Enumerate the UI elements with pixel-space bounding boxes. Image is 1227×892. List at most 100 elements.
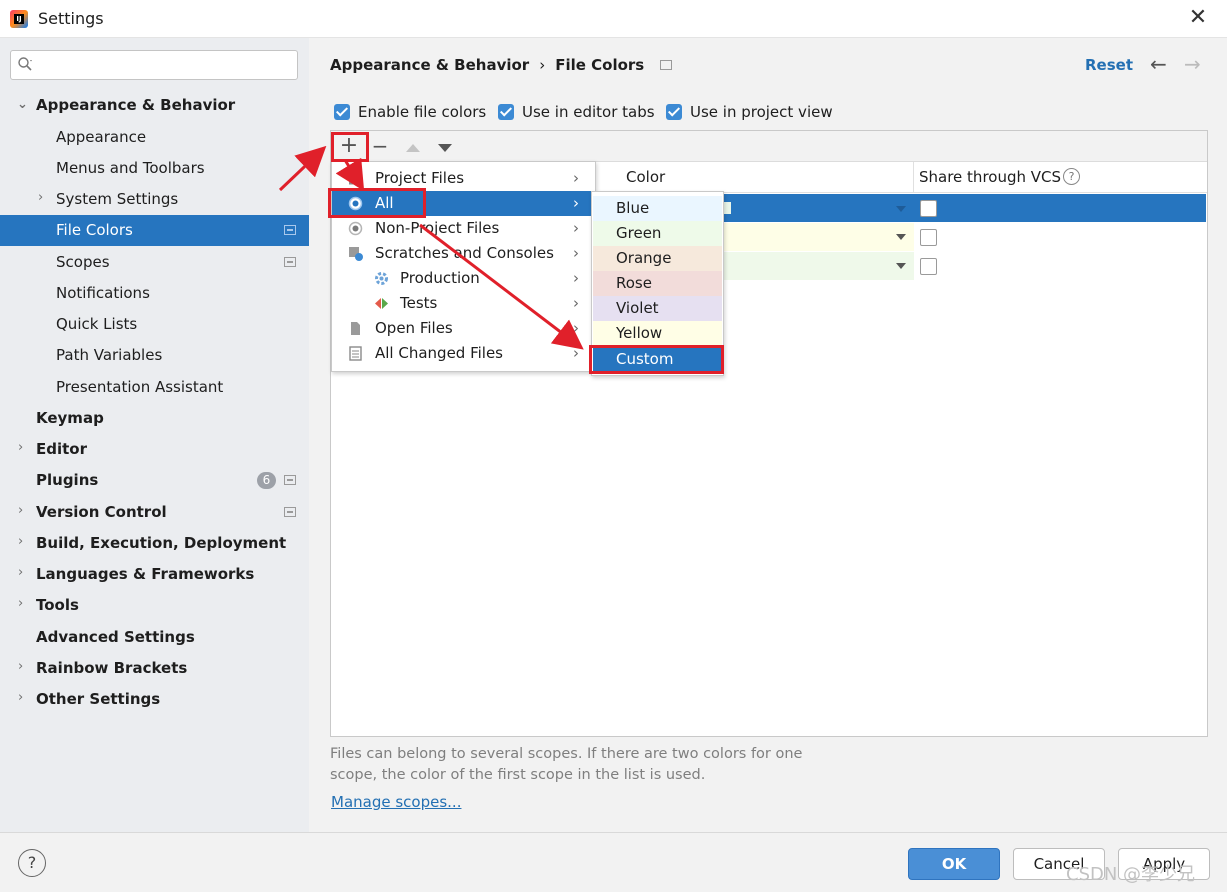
menu-item-all-changed-files[interactable]: All Changed Files › <box>332 341 595 366</box>
menu-item-production[interactable]: Production › <box>332 266 595 291</box>
menu-item-non-project-files[interactable]: Non-Project Files › <box>332 216 595 241</box>
sidebar-item-advanced-settings[interactable]: Advanced Settings <box>0 622 309 653</box>
checkbox-label: Enable file colors <box>358 103 487 121</box>
sidebar-item-label: Menus and Toolbars <box>56 159 205 177</box>
color-item-rose[interactable]: Rose <box>593 271 722 296</box>
sidebar-item-label: Other Settings <box>36 690 161 708</box>
sidebar-item-rainbow-brackets[interactable]: › Rainbow Brackets <box>0 653 309 684</box>
reset-link[interactable]: Reset <box>1085 56 1133 74</box>
sidebar-item-label: Tools <box>36 596 79 614</box>
share-vcs-checkbox[interactable] <box>920 200 937 217</box>
manage-scopes-link[interactable]: Manage scopes... <box>331 793 461 811</box>
sidebar-item-scopes[interactable]: Scopes <box>0 247 309 278</box>
sidebar-item-label: Rainbow Brackets <box>36 659 188 677</box>
sidebar-item-plugins[interactable]: Plugins 6 <box>0 465 309 496</box>
file-icon <box>351 322 360 335</box>
column-header-color[interactable]: Color <box>626 168 665 186</box>
menu-item-label: Open Files <box>375 319 453 337</box>
chevron-right-icon: › <box>573 294 579 312</box>
table-toolbar: + − <box>331 131 1207 162</box>
dialog-footer: ? OK Cancel Apply <box>0 832 1227 892</box>
sidebar-item-keymap[interactable]: Keymap <box>0 403 309 434</box>
sidebar-item-editor[interactable]: › Editor <box>0 434 309 465</box>
scopes-hint-text: Files can belong to several scopes. If t… <box>330 744 830 786</box>
color-item-custom[interactable]: Custom <box>593 347 722 372</box>
ok-button[interactable]: OK <box>908 848 1000 880</box>
chevron-right-icon: › <box>573 244 579 262</box>
color-item-orange[interactable]: Orange <box>593 246 722 271</box>
sidebar-item-label: System Settings <box>56 190 179 208</box>
checkbox-checked-icon <box>498 104 514 120</box>
sidebar-item-system-settings[interactable]: › System Settings <box>0 184 309 215</box>
forward-arrow-icon[interactable]: → <box>1184 52 1201 76</box>
sidebar-item-presentation-assistant[interactable]: Presentation Assistant <box>0 372 309 403</box>
menu-item-tests[interactable]: Tests › <box>332 291 595 316</box>
chevron-right-icon: › <box>18 596 24 611</box>
sidebar-item-appearance-behavior[interactable]: ⌄ Appearance & Behavior <box>0 90 309 121</box>
dropdown-arrow-icon[interactable] <box>896 206 906 212</box>
project-level-icon <box>660 60 673 70</box>
sidebar-item-version-control[interactable]: › Version Control <box>0 497 309 528</box>
share-vcs-checkbox[interactable] <box>920 258 937 275</box>
help-icon[interactable]: ? <box>1063 168 1080 185</box>
sidebar-item-label: Version Control <box>36 503 167 521</box>
gear-icon <box>375 272 388 285</box>
color-item-green[interactable]: Green <box>593 221 722 246</box>
sidebar-item-menus-toolbars[interactable]: Menus and Toolbars <box>0 153 309 184</box>
sidebar-item-label: Languages & Frameworks <box>36 565 255 583</box>
table-header: Color Share through VCS ? <box>621 162 1207 193</box>
sidebar-item-quick-lists[interactable]: Quick Lists <box>0 309 309 340</box>
chevron-right-icon: › <box>18 659 24 674</box>
breadcrumb-separator: › <box>539 56 546 74</box>
color-item-blue[interactable]: Blue <box>593 196 722 221</box>
sidebar-item-build-execution[interactable]: › Build, Execution, Deployment <box>0 528 309 559</box>
chevron-right-icon: › <box>18 690 24 705</box>
sidebar-item-notifications[interactable]: Notifications <box>0 278 309 309</box>
back-arrow-icon[interactable]: ← <box>1150 52 1167 76</box>
menu-item-scratches-consoles[interactable]: Scratches and Consoles › <box>332 241 595 266</box>
close-icon[interactable]: ✕ <box>1186 6 1210 30</box>
checkbox-checked-icon <box>666 104 682 120</box>
menu-item-label: All Changed Files <box>375 344 503 362</box>
sidebar-item-appearance[interactable]: Appearance <box>0 122 309 153</box>
test-diamond-icon <box>375 298 388 309</box>
add-scope-button[interactable]: + <box>337 134 361 158</box>
hint-line: scope, the color of the first scope in t… <box>330 767 706 783</box>
use-in-project-view-checkbox[interactable]: Use in project view <box>666 101 833 121</box>
color-item-violet[interactable]: Violet <box>593 296 722 321</box>
breadcrumb-parent[interactable]: Appearance & Behavior <box>330 56 529 74</box>
menu-item-label: Scratches and Consoles <box>375 244 554 262</box>
scratch-console-icon <box>349 247 363 261</box>
settings-search-input[interactable] <box>10 50 298 80</box>
move-up-button[interactable] <box>401 134 425 158</box>
enable-file-colors-checkbox[interactable]: Enable file colors <box>334 101 486 121</box>
use-in-editor-tabs-checkbox[interactable]: Use in editor tabs <box>498 101 655 121</box>
sidebar-item-other-settings[interactable]: › Other Settings <box>0 684 309 715</box>
menu-item-open-files[interactable]: Open Files › <box>332 316 595 341</box>
sidebar-item-tools[interactable]: › Tools <box>0 590 309 621</box>
column-header-vcs[interactable]: Share through VCS <box>919 168 1061 186</box>
sidebar-item-file-colors[interactable]: File Colors <box>0 215 309 246</box>
breadcrumb-current: File Colors <box>555 56 645 74</box>
chevron-right-icon: › <box>573 194 579 212</box>
remove-scope-button[interactable]: − <box>368 134 392 158</box>
menu-item-label: Production <box>400 269 480 287</box>
sidebar-item-languages-frameworks[interactable]: › Languages & Frameworks <box>0 559 309 590</box>
sidebar-item-path-variables[interactable]: Path Variables <box>0 340 309 371</box>
intellij-logo-icon: IJ <box>10 10 28 28</box>
chevron-right-icon: › <box>18 440 24 455</box>
move-down-button[interactable] <box>433 134 457 158</box>
menu-item-label: Tests <box>400 294 438 312</box>
sidebar-item-label: Notifications <box>56 284 150 302</box>
dropdown-arrow-icon[interactable] <box>896 234 906 240</box>
chevron-right-icon: › <box>18 565 24 580</box>
share-vcs-checkbox[interactable] <box>920 229 937 246</box>
help-button[interactable]: ? <box>18 849 46 877</box>
sidebar-item-label: Presentation Assistant <box>56 378 224 396</box>
color-item-yellow[interactable]: Yellow <box>593 321 722 346</box>
menu-item-project-files[interactable]: Project Files › <box>332 166 595 191</box>
dropdown-arrow-icon[interactable] <box>896 263 906 269</box>
color-popup-menu: Blue Green Orange Rose Violet Yellow Cus… <box>591 191 724 376</box>
hint-line: Files can belong to several scopes. If t… <box>330 746 803 762</box>
menu-item-all[interactable]: All › <box>332 191 595 216</box>
